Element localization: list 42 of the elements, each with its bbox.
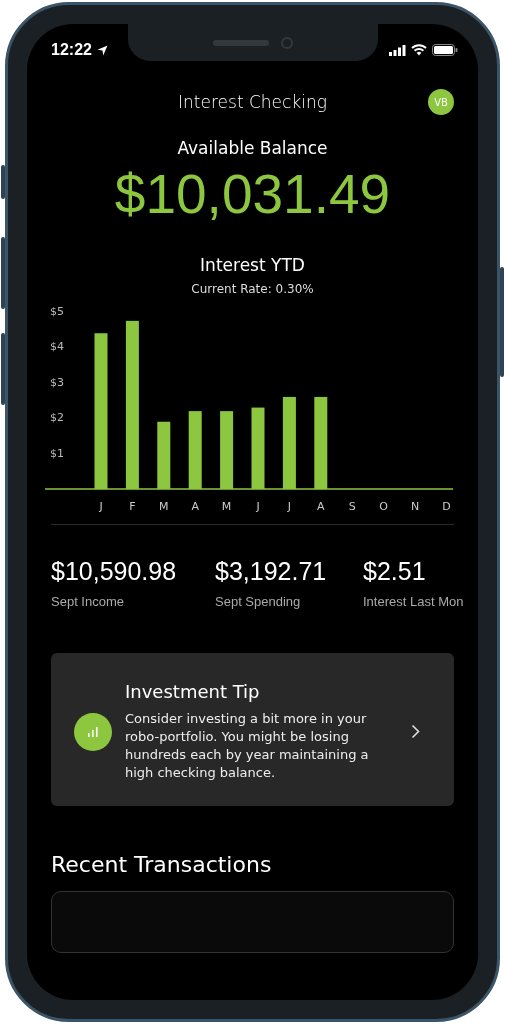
x-tick-label: S — [348, 500, 356, 513]
camera-icon — [281, 36, 293, 49]
transaction-card[interactable] — [51, 891, 454, 953]
x-tick-label: J — [256, 500, 260, 513]
y-tick-label: $3 — [50, 375, 64, 389]
tip-text: Consider investing a bit more in your robo-portfolio. You might be losing hundreds each by year maintaining a high checking balance. — [125, 710, 370, 782]
signal-icon — [389, 44, 406, 56]
location-arrow-icon — [96, 44, 108, 56]
x-tick-label: N — [410, 500, 420, 513]
y-tick-label: $1 — [50, 446, 64, 460]
section-heading: Recent Transactions — [51, 852, 273, 877]
stat-value: $10,590.98 — [51, 557, 178, 586]
x-tick-label: O — [379, 500, 388, 513]
battery-icon — [432, 44, 458, 56]
y-tick-label: $4 — [50, 340, 64, 354]
stat-value: $2.51 — [363, 557, 427, 586]
chart-icon — [74, 712, 112, 751]
chart-subtitle: Current Rate: 0.30% — [191, 282, 314, 296]
y-tick-label: $5 — [50, 305, 64, 318]
stat-value: $3,192.71 — [215, 557, 328, 586]
chart-title: Interest YTD — [200, 255, 305, 275]
x-tick-label: M — [159, 500, 169, 513]
speaker-icon — [213, 39, 269, 46]
tip-title: Investment Tip — [125, 681, 261, 702]
x-tick-label: J — [99, 500, 103, 513]
screen-title: Interest Checking — [178, 92, 327, 112]
x-tick-label: A — [191, 500, 199, 513]
stat-label: Interest Last Mon — [363, 594, 465, 609]
y-tick-label: $2 — [50, 411, 64, 425]
chevron-right-icon — [411, 724, 420, 739]
x-tick-label: A — [317, 500, 325, 513]
balance-amount: $10,031.49 — [114, 162, 391, 226]
balance-label: Available Balance — [177, 138, 328, 158]
x-tick-label: J — [287, 500, 291, 513]
x-tick-label: M — [221, 500, 232, 513]
wifi-icon — [411, 44, 427, 56]
stat-label: Sept Income — [51, 594, 125, 609]
stat-label: Sept Spending — [215, 594, 302, 609]
x-tick-label: D — [442, 500, 451, 513]
status-time: 12:22 — [51, 41, 92, 59]
x-tick-label: F — [129, 500, 136, 513]
tip-card[interactable]: Investment Tip Consider investing a bit more in your robo-portfolio. You might be losing hundreds each by year maintaining a high checking balance. — [51, 653, 454, 806]
